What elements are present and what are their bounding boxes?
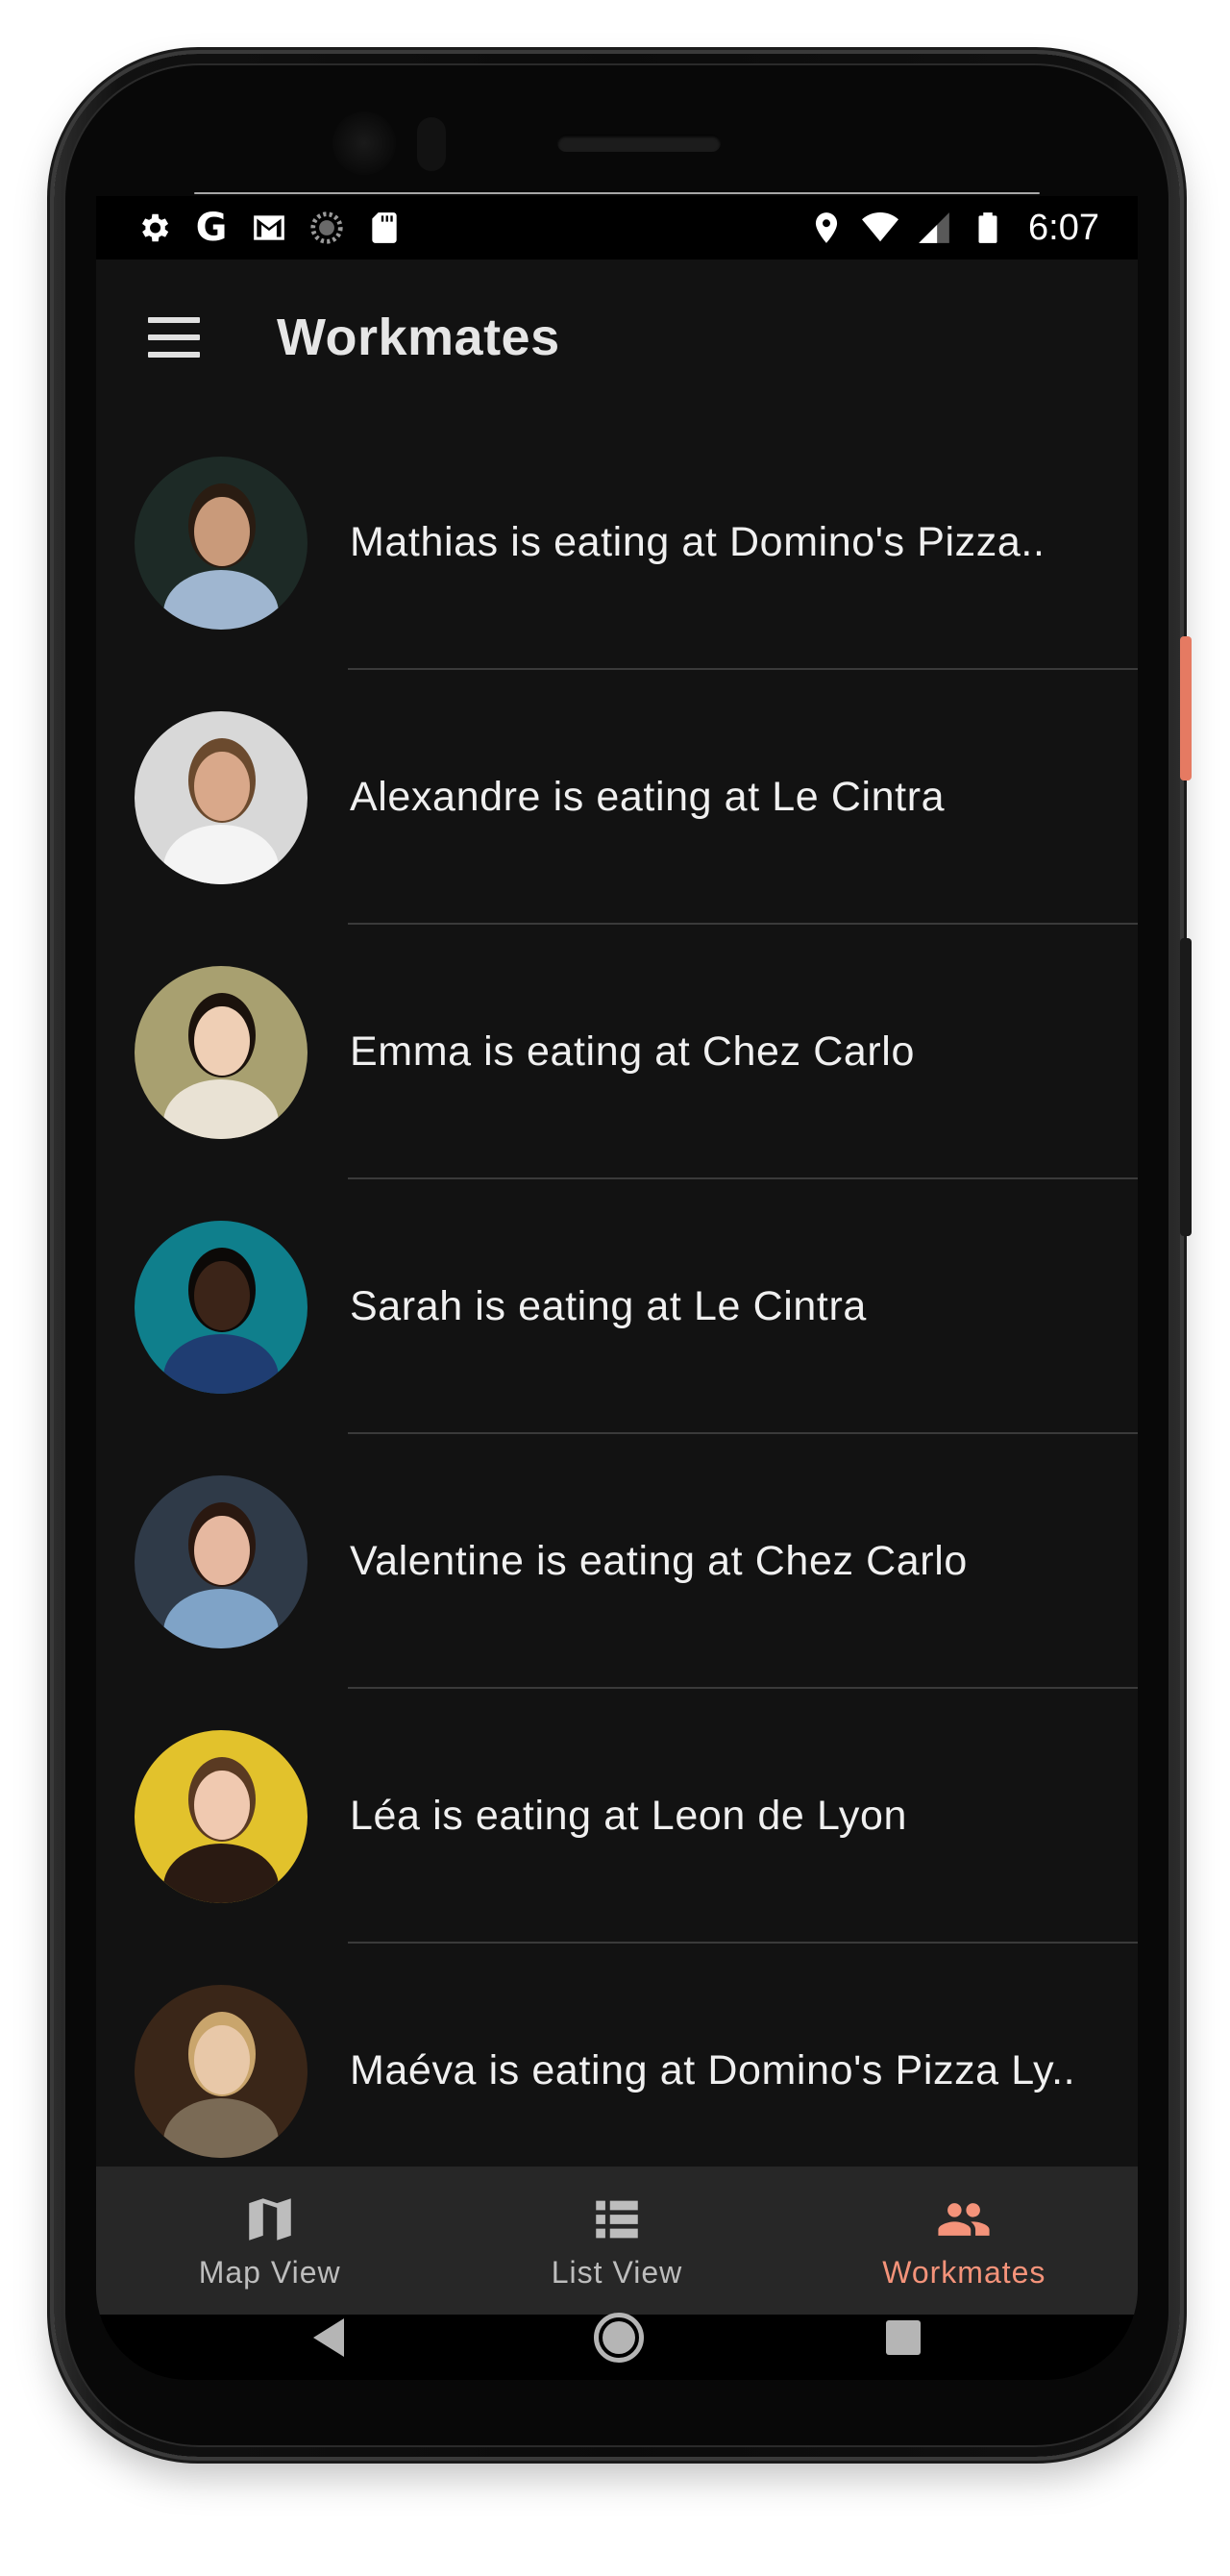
avatar bbox=[135, 1984, 308, 2158]
settings-icon bbox=[135, 209, 173, 247]
front-camera bbox=[332, 111, 396, 175]
screen: G 6:07 Workmates Mathias is eating at Do… bbox=[96, 196, 1138, 2380]
people-icon bbox=[938, 2202, 990, 2236]
clock: 6:07 bbox=[1028, 207, 1099, 248]
list-item[interactable]: Valentine is eating at Chez Carlo bbox=[96, 1434, 1138, 1689]
avatar bbox=[135, 965, 308, 1139]
list-item[interactable]: Emma is eating at Chez Carlo bbox=[96, 925, 1138, 1179]
bottom-navigation: Map View List View Workmates bbox=[96, 2167, 1138, 2315]
workmate-status: Léa is eating at Leon de Lyon bbox=[350, 1793, 908, 1839]
avatar bbox=[135, 710, 308, 884]
page-title: Workmates bbox=[277, 309, 560, 366]
list-icon bbox=[596, 2200, 638, 2238]
workmates-list: Mathias is eating at Domino's Pizza.. Ale… bbox=[96, 415, 1138, 2198]
proximity-sensor bbox=[417, 117, 446, 171]
back-icon[interactable] bbox=[313, 2318, 344, 2357]
nav-label-list-view: List View bbox=[551, 2254, 683, 2290]
menu-icon[interactable] bbox=[148, 317, 200, 358]
workmate-status: Emma is eating at Chez Carlo bbox=[350, 1028, 915, 1075]
nav-map-view[interactable]: Map View bbox=[96, 2167, 443, 2315]
sd-card-icon bbox=[365, 209, 404, 247]
workmate-status: Alexandre is eating at Le Cintra bbox=[350, 774, 946, 820]
signal-icon bbox=[915, 209, 953, 247]
avatar bbox=[135, 456, 308, 630]
recents-icon[interactable] bbox=[886, 2320, 921, 2355]
home-icon[interactable] bbox=[594, 2313, 644, 2363]
workmate-status: Valentine is eating at Chez Carlo bbox=[350, 1538, 968, 1584]
location-icon bbox=[807, 209, 846, 247]
list-item[interactable]: Alexandre is eating at Le Cintra bbox=[96, 670, 1138, 925]
nav-label-workmates: Workmates bbox=[882, 2254, 1046, 2290]
avatar bbox=[135, 1729, 308, 1903]
gmail-icon bbox=[250, 209, 288, 247]
volume-button bbox=[1180, 938, 1192, 1236]
earpiece-speaker bbox=[557, 135, 721, 152]
battery-icon bbox=[969, 209, 1007, 247]
map-icon bbox=[248, 2197, 291, 2241]
nav-workmates[interactable]: Workmates bbox=[791, 2167, 1138, 2315]
power-button bbox=[1180, 636, 1192, 780]
google-icon: G bbox=[195, 206, 228, 250]
avatar bbox=[135, 1220, 308, 1394]
list-item[interactable]: Sarah is eating at Le Cintra bbox=[96, 1179, 1138, 1434]
screen-edge-highlight bbox=[194, 192, 1040, 194]
loading-icon bbox=[308, 209, 346, 247]
wifi-icon bbox=[861, 209, 899, 247]
list-item[interactable]: Maéva is eating at Domino's Pizza Ly.. bbox=[96, 1944, 1138, 2198]
workmate-status: Maéva is eating at Domino's Pizza Ly.. bbox=[350, 2047, 1076, 2093]
nav-label-map-view: Map View bbox=[198, 2254, 341, 2290]
list-item[interactable]: Léa is eating at Leon de Lyon bbox=[96, 1689, 1138, 1944]
workmate-status: Mathias is eating at Domino's Pizza.. bbox=[350, 519, 1046, 565]
avatar bbox=[135, 1474, 308, 1648]
phone-frame: G 6:07 Workmates Mathias is eating at Do… bbox=[54, 54, 1192, 2457]
system-navigation-bar bbox=[96, 2313, 1138, 2380]
nav-list-view[interactable]: List View bbox=[443, 2167, 790, 2315]
app-bar: Workmates bbox=[96, 260, 1138, 415]
workmate-status: Sarah is eating at Le Cintra bbox=[350, 1283, 867, 1329]
status-bar: G 6:07 bbox=[96, 196, 1138, 260]
list-item[interactable]: Mathias is eating at Domino's Pizza.. bbox=[96, 415, 1138, 670]
